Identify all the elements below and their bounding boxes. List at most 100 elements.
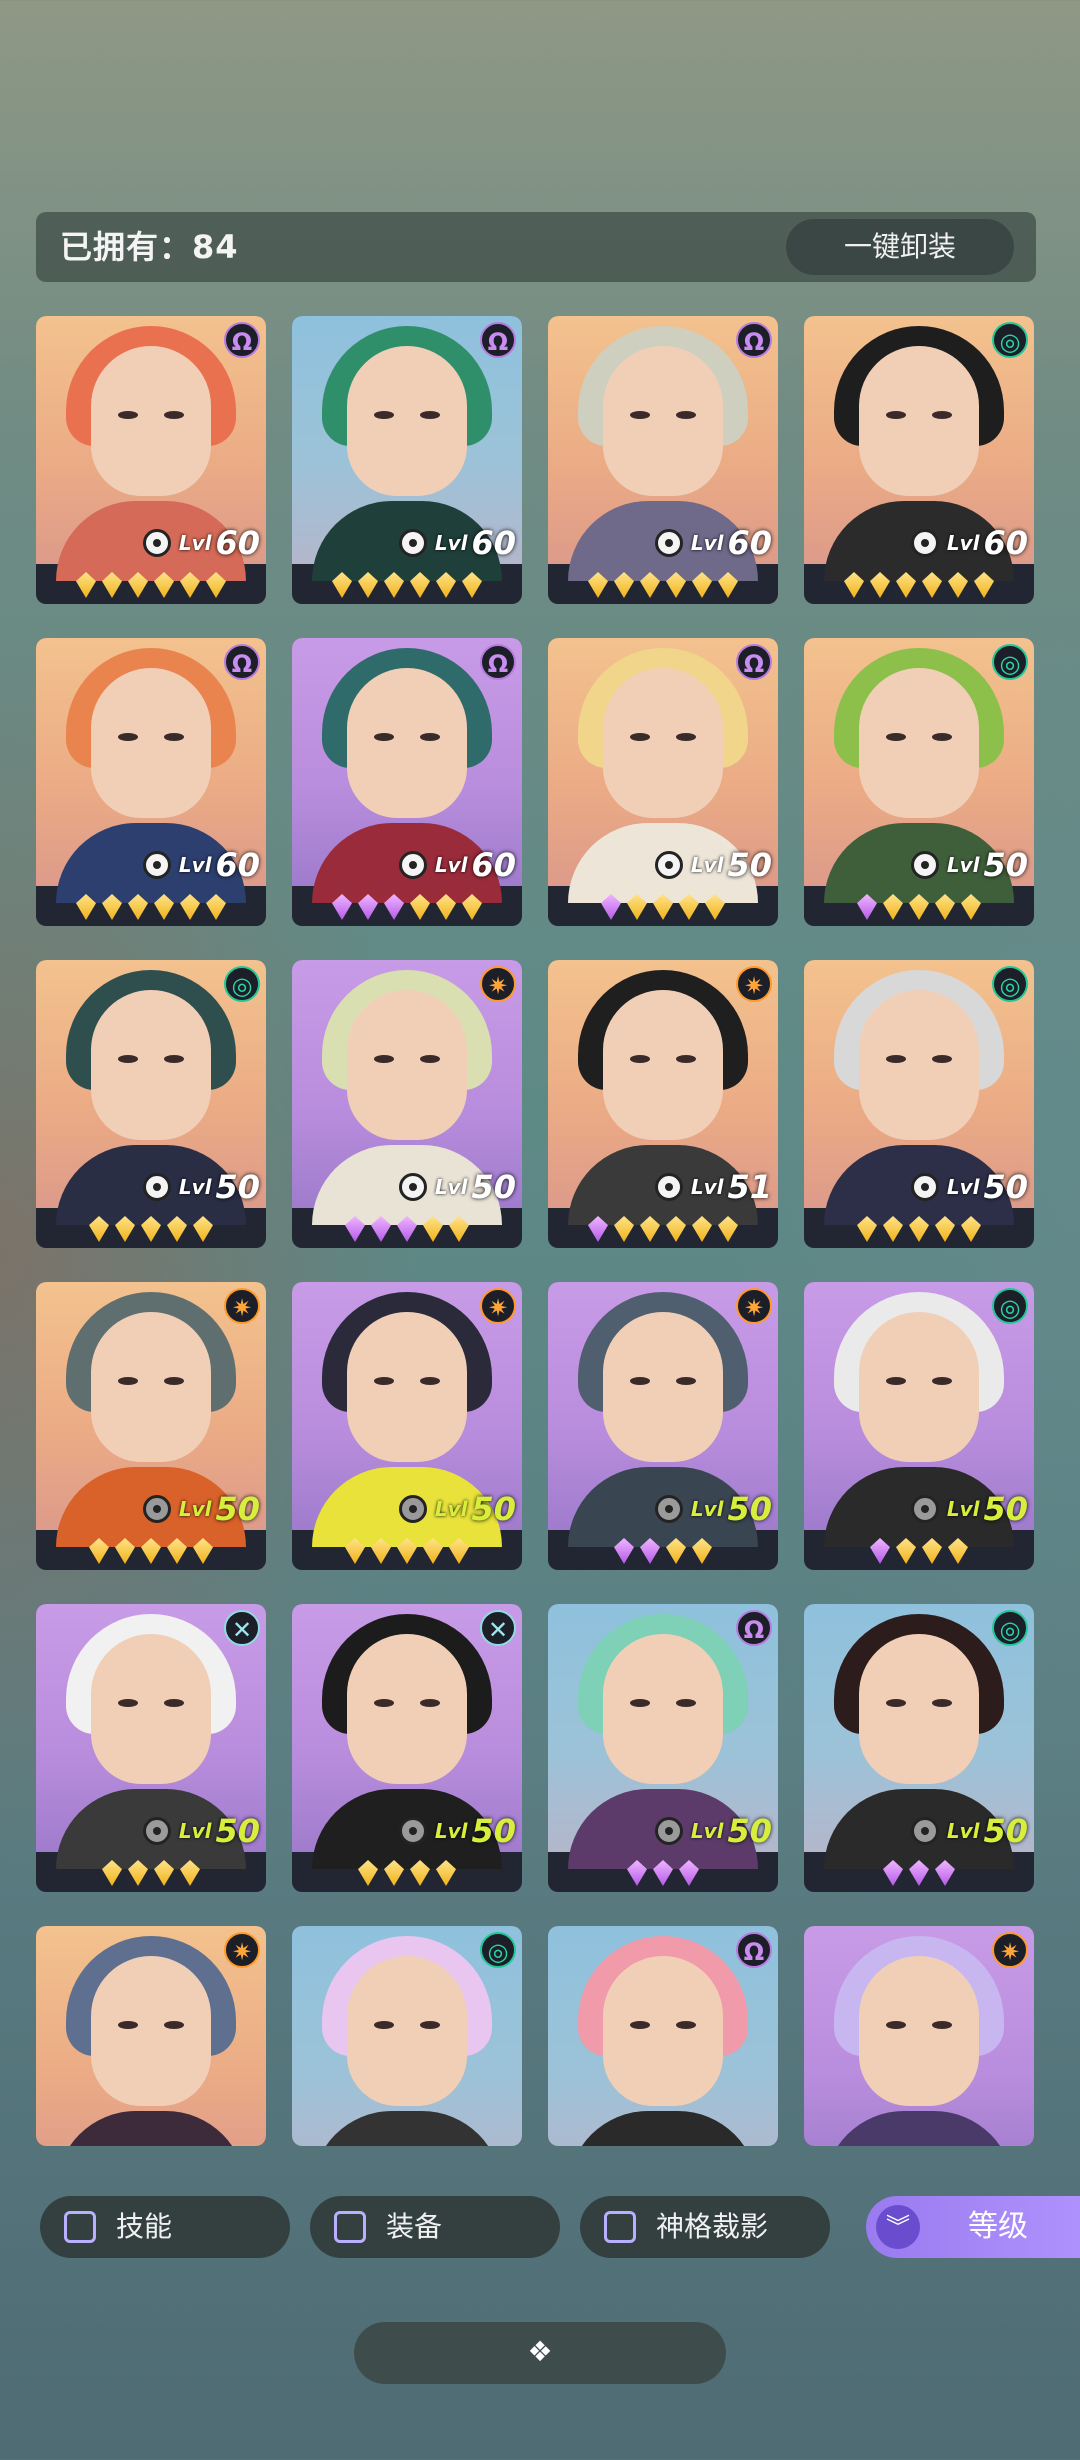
gold-star-icon xyxy=(128,572,148,598)
gold-star-icon xyxy=(384,572,404,598)
gold-star-icon xyxy=(909,1216,929,1242)
hero-card[interactable]: ◎ Lvl 50 xyxy=(36,960,266,1248)
collapse-button[interactable]: ❖ xyxy=(354,2322,726,2384)
gold-star-icon xyxy=(627,894,647,920)
gold-star-icon xyxy=(193,1216,213,1242)
hero-face xyxy=(603,1634,723,1784)
unequip-all-button[interactable]: 一键卸装 xyxy=(786,219,1014,275)
aperture-icon xyxy=(654,851,683,879)
level-number: 60 xyxy=(471,846,516,884)
hero-card[interactable]: ◎ Lvl 50 xyxy=(804,1282,1034,1570)
gold-star-icon xyxy=(870,572,890,598)
star-rating xyxy=(292,892,522,922)
eye-right xyxy=(932,733,952,741)
hero-card[interactable]: ✷ xyxy=(36,1926,266,2146)
gold-star-icon xyxy=(948,1538,968,1564)
gold-star-icon xyxy=(718,1216,738,1242)
eye-left xyxy=(374,1055,394,1063)
gold-star-icon xyxy=(154,894,174,920)
level-number: 50 xyxy=(471,1812,516,1850)
gold-star-icon xyxy=(935,1216,955,1242)
gold-star-icon xyxy=(332,572,352,598)
gold-star-icon xyxy=(961,1216,981,1242)
hero-card[interactable]: ◎ Lvl 50 xyxy=(804,1604,1034,1892)
checkbox-icon[interactable] xyxy=(604,2211,636,2243)
orange-faction-icon: ✷ xyxy=(736,966,772,1002)
purple-star-icon xyxy=(653,1860,673,1886)
eye-right xyxy=(676,2021,696,2029)
gold-star-icon xyxy=(180,572,200,598)
hero-card[interactable]: ◎ Lvl 50 xyxy=(804,638,1034,926)
gold-star-icon xyxy=(588,572,608,598)
green-faction-icon: ◎ xyxy=(992,644,1028,680)
green-faction-icon: ◎ xyxy=(992,1610,1028,1646)
hero-card[interactable]: Ω Lvl 50 xyxy=(548,1604,778,1892)
hero-card[interactable]: ✕ Lvl 50 xyxy=(36,1604,266,1892)
hero-card[interactable]: Ω Lvl 60 xyxy=(548,316,778,604)
purple-faction-icon: Ω xyxy=(224,644,260,680)
filter-skill[interactable]: 技能 xyxy=(40,2196,290,2258)
hero-card[interactable]: Ω Lvl 60 xyxy=(292,638,522,926)
hero-face xyxy=(347,990,467,1140)
eye-left xyxy=(118,411,138,419)
gold-star-icon xyxy=(692,1216,712,1242)
level-number: 50 xyxy=(983,1812,1028,1850)
hero-card[interactable]: ✷ Lvl 50 xyxy=(548,1282,778,1570)
hero-card[interactable]: Ω Lvl 60 xyxy=(36,638,266,926)
hero-card[interactable]: Ω Lvl 60 xyxy=(292,316,522,604)
filter-equipment[interactable]: 装备 xyxy=(310,2196,560,2258)
purple-faction-icon: Ω xyxy=(480,644,516,680)
eye-right xyxy=(420,2021,440,2029)
level-number: 50 xyxy=(727,846,772,884)
gold-star-icon xyxy=(974,572,994,598)
gold-star-icon xyxy=(206,572,226,598)
gold-star-icon xyxy=(397,1538,417,1564)
hero-card[interactable]: ◎ xyxy=(292,1926,522,2146)
filter-divine-shadow[interactable]: 神格裁影 xyxy=(580,2196,830,2258)
level-tag: Lvl xyxy=(690,1497,724,1521)
level-tag: Lvl xyxy=(434,1819,468,1843)
hero-card[interactable]: ✷ Lvl 50 xyxy=(292,1282,522,1570)
level-number: 50 xyxy=(215,1812,260,1850)
hero-card[interactable]: ✷ xyxy=(804,1926,1034,2146)
hero-card[interactable]: ◎ Lvl 60 xyxy=(804,316,1034,604)
hero-card[interactable]: ✷ Lvl 50 xyxy=(292,960,522,1248)
sort-level-button[interactable]: ︾ 等级 xyxy=(866,2196,1080,2258)
hero-card[interactable]: ✷ Lvl 51 xyxy=(548,960,778,1248)
eye-left xyxy=(374,1377,394,1385)
level-tag: Lvl xyxy=(178,1497,212,1521)
aperture-icon xyxy=(398,529,427,557)
purple-star-icon xyxy=(627,1860,647,1886)
diamond-cluster-icon: ❖ xyxy=(527,2335,553,2368)
hero-card[interactable]: ✕ Lvl 50 xyxy=(292,1604,522,1892)
level-badge: Lvl 60 xyxy=(142,846,260,884)
eye-left xyxy=(118,733,138,741)
hero-card[interactable]: Ω Lvl 60 xyxy=(36,316,266,604)
level-tag: Lvl xyxy=(690,1175,724,1199)
level-number: 51 xyxy=(727,1168,772,1206)
gold-star-icon xyxy=(922,572,942,598)
level-tag: Lvl xyxy=(178,531,212,555)
star-rating xyxy=(36,1536,266,1566)
checkbox-icon[interactable] xyxy=(64,2211,96,2243)
gold-star-icon xyxy=(462,572,482,598)
double-chevron-down-icon: ︾ xyxy=(876,2205,920,2249)
green-faction-icon: ◎ xyxy=(992,1288,1028,1324)
checkbox-icon[interactable] xyxy=(334,2211,366,2243)
hero-face xyxy=(603,1956,723,2106)
star-rating xyxy=(36,892,266,922)
hero-card[interactable]: Ω Lvl 50 xyxy=(548,638,778,926)
hero-card[interactable]: ◎ Lvl 50 xyxy=(804,960,1034,1248)
gold-star-icon xyxy=(167,1216,187,1242)
star-rating xyxy=(292,1536,522,1566)
purple-faction-icon: Ω xyxy=(736,1610,772,1646)
orange-faction-icon: ✷ xyxy=(480,966,516,1002)
hero-face xyxy=(91,1634,211,1784)
level-badge: Lvl 50 xyxy=(398,1168,516,1206)
gold-star-icon xyxy=(922,1538,942,1564)
gold-star-icon xyxy=(154,572,174,598)
level-number: 60 xyxy=(471,524,516,562)
orange-faction-icon: ✷ xyxy=(224,1932,260,1968)
hero-card[interactable]: ✷ Lvl 50 xyxy=(36,1282,266,1570)
hero-card[interactable]: Ω xyxy=(548,1926,778,2146)
